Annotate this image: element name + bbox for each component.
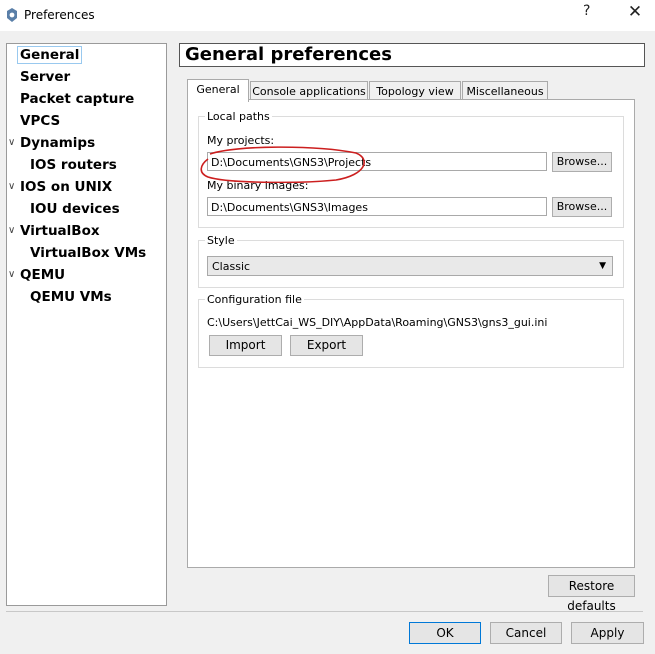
close-button[interactable]: ✕ <box>620 0 650 24</box>
tab-general[interactable]: General <box>187 79 249 102</box>
apply-button[interactable]: Apply <box>571 622 644 644</box>
sidebar-item-qemu-vms[interactable]: QEMU VMs <box>30 289 112 305</box>
title-bar: Preferences ? ✕ <box>0 0 655 31</box>
expand-caret-icon[interactable]: ∨ <box>8 181 15 192</box>
sidebar-item-ios-routers[interactable]: IOS routers <box>30 157 117 173</box>
sidebar-item-ios-on-unix[interactable]: IOS on UNIX <box>20 179 112 195</box>
style-title: Style <box>205 234 237 247</box>
config-file-group <box>198 299 624 368</box>
import-button[interactable]: Import <box>209 335 282 356</box>
config-file-path: C:\Users\JettCai_WS_DIY\AppData\Roaming\… <box>207 316 548 329</box>
dropdown-arrow-icon: ▼ <box>599 261 606 271</box>
sidebar-item-general[interactable]: General <box>17 46 83 64</box>
sidebar-item-packet-capture[interactable]: Packet capture <box>20 91 134 107</box>
help-button[interactable]: ? <box>583 3 590 19</box>
footer-divider <box>6 611 643 612</box>
sidebar-item-virtualbox-vms[interactable]: VirtualBox VMs <box>30 245 146 261</box>
sidebar-item-iou-devices[interactable]: IOU devices <box>30 201 120 217</box>
projects-label: My projects: <box>207 134 275 147</box>
cancel-button[interactable]: Cancel <box>490 622 562 644</box>
browse-projects-button[interactable]: Browse... <box>552 152 612 172</box>
window-title: Preferences <box>24 8 95 22</box>
expand-caret-icon[interactable]: ∨ <box>8 137 15 148</box>
images-label: My binary images: <box>207 179 309 192</box>
gns3-app-icon <box>7 8 17 22</box>
style-select[interactable]: Classic ▼ <box>207 256 613 276</box>
local-paths-title: Local paths <box>205 110 272 123</box>
general-tab-panel: Local paths My projects: D:\Documents\GN… <box>187 99 635 568</box>
images-path-field[interactable]: D:\Documents\GNS3\Images <box>207 197 547 216</box>
restore-defaults-button[interactable]: Restore defaults <box>548 575 635 613</box>
expand-caret-icon[interactable]: ∨ <box>8 269 15 280</box>
browse-images-button[interactable]: Browse... <box>552 197 612 217</box>
ok-button[interactable]: OK <box>409 622 481 644</box>
projects-path-field[interactable]: D:\Documents\GNS3\Projects <box>207 152 547 171</box>
sidebar-item-server[interactable]: Server <box>20 69 70 85</box>
export-button[interactable]: Export <box>290 335 363 356</box>
tab-console-applications[interactable]: Console applications <box>250 81 368 101</box>
expand-caret-icon[interactable]: ∨ <box>8 225 15 236</box>
sidebar-item-qemu[interactable]: QEMU <box>20 267 65 283</box>
sidebar-item-virtualbox[interactable]: VirtualBox <box>20 223 100 239</box>
page-title-box: General preferences <box>179 43 645 67</box>
tab-miscellaneous[interactable]: Miscellaneous <box>462 81 548 101</box>
page-title: General preferences <box>185 44 392 65</box>
sidebar-item-vpcs[interactable]: VPCS <box>20 113 60 129</box>
tab-topology-view[interactable]: Topology view <box>369 81 461 101</box>
config-file-title: Configuration file <box>205 293 304 306</box>
style-select-value: Classic <box>212 260 251 273</box>
sidebar-item-dynamips[interactable]: Dynamips <box>20 135 95 151</box>
preferences-tree[interactable]: General Server Packet capture VPCS ∨ Dyn… <box>6 43 167 606</box>
